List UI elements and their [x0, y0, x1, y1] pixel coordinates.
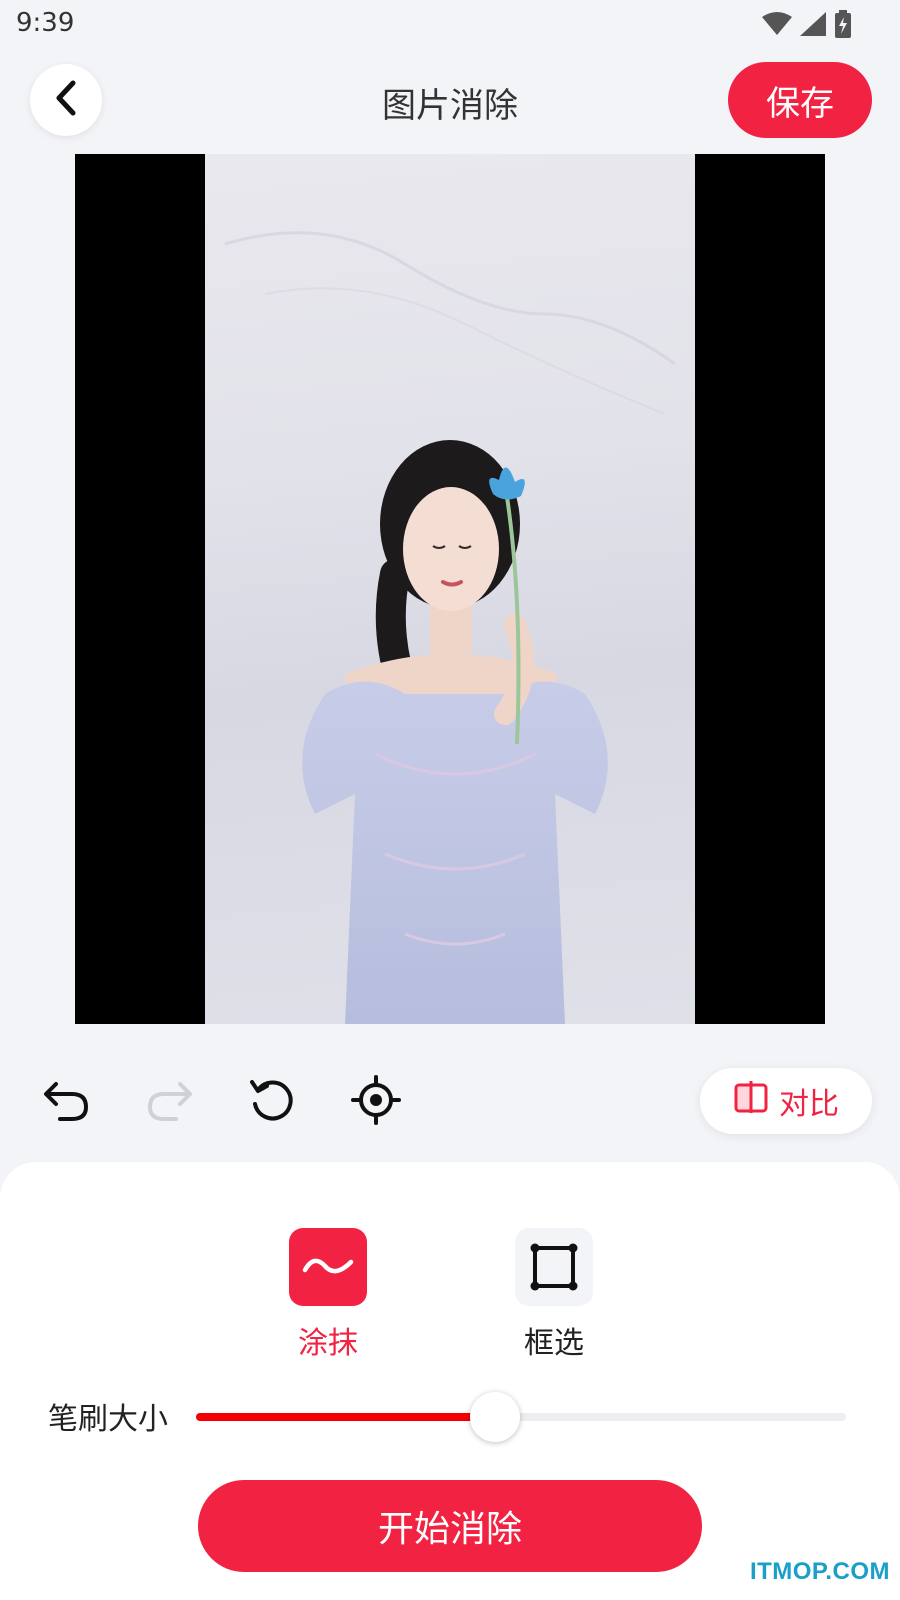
brush-size-slider[interactable] [196, 1392, 846, 1442]
slider-thumb[interactable] [470, 1392, 520, 1442]
status-bar: 9:39 [0, 0, 900, 48]
mode-box-select-label: 框选 [524, 1326, 584, 1361]
mode-box-select[interactable]: 框选 [494, 1228, 614, 1362]
locate-button[interactable] [348, 1074, 404, 1130]
wifi-icon [762, 12, 792, 40]
reset-icon [248, 1076, 296, 1128]
undo-icon [42, 1078, 90, 1126]
slider-fill [196, 1413, 495, 1421]
compare-icon [733, 1079, 769, 1123]
redo-button[interactable] [142, 1074, 198, 1130]
edited-photo[interactable] [205, 154, 695, 1024]
smear-wave-icon [289, 1228, 367, 1306]
edit-toolbar: 对比 [0, 1066, 900, 1136]
start-erase-button[interactable]: 开始消除 [198, 1480, 702, 1572]
undo-button[interactable] [38, 1074, 94, 1130]
crosshair-icon [351, 1075, 401, 1129]
compare-button[interactable]: 对比 [700, 1068, 872, 1134]
status-time: 9:39 [16, 8, 75, 38]
save-button[interactable]: 保存 [728, 62, 872, 138]
battery-charging-icon [834, 10, 852, 42]
status-icons [762, 10, 852, 42]
photo-illustration [224, 231, 676, 1024]
reset-button[interactable] [244, 1074, 300, 1130]
image-canvas[interactable] [75, 154, 825, 1024]
cellular-signal-icon [800, 12, 826, 40]
redo-icon [146, 1078, 194, 1126]
compare-label: 对比 [779, 1087, 839, 1122]
site-watermark: ITMOP.COM [749, 1558, 890, 1585]
brush-size-label: 笔刷大小 [48, 1402, 168, 1437]
mode-smear-label: 涂抹 [298, 1326, 358, 1361]
box-select-icon [515, 1228, 593, 1306]
tool-panel: 涂抹 框选 笔刷大小 开始消除 [0, 1162, 900, 1600]
header: 图片消除 保存 [0, 60, 900, 140]
mode-smear[interactable]: 涂抹 [268, 1228, 388, 1362]
